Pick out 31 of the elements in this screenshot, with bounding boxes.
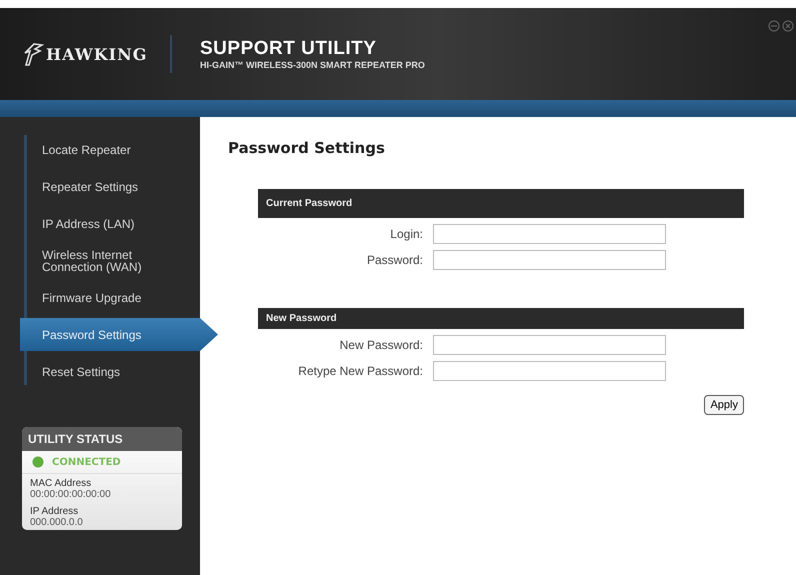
- field-label: Login:: [389, 227, 424, 241]
- status-label: MAC Address: [30, 478, 92, 489]
- nav-item[interactable]: Repeater Settings: [0, 170, 200, 203]
- status-value: 00:00:00:00:00:00: [30, 489, 112, 500]
- status-label: IP Address: [30, 506, 80, 517]
- status-title: UTILITY STATUS: [22, 427, 182, 451]
- nav-item[interactable]: IP Address (LAN): [0, 207, 200, 240]
- input-field[interactable]: [433, 361, 666, 381]
- nav-item[interactable]: Reset Settings: [0, 355, 200, 388]
- field-label: Retype New Password:: [297, 364, 424, 378]
- logo-icon: [22, 41, 44, 67]
- connection-status: CONNECTED: [52, 456, 121, 468]
- section-header: Current Password: [258, 189, 744, 218]
- field-label: New Password:: [338, 338, 424, 352]
- nav-item[interactable]: Password Settings: [20, 318, 218, 351]
- app-subtitle: HI-GAIN™ WIRELESS-300N SMART REPEATER PRO: [200, 60, 425, 70]
- brand-logo: HAWKING: [46, 44, 148, 64]
- input-field[interactable]: [433, 335, 666, 355]
- minimize-icon[interactable]: [768, 20, 780, 32]
- nav-item[interactable]: Wireless Internet Connection (WAN): [0, 244, 200, 277]
- app-title: SUPPORT UTILITY: [200, 38, 378, 60]
- input-field[interactable]: [433, 250, 666, 270]
- field-label: Password:: [366, 253, 424, 267]
- nav-item[interactable]: Firmware Upgrade: [0, 281, 200, 314]
- section-header: New Password: [258, 308, 744, 329]
- input-field[interactable]: [433, 224, 666, 244]
- status-value: 000.000.0.0: [30, 517, 84, 528]
- apply-button[interactable]: Apply: [704, 395, 744, 415]
- close-icon[interactable]: [782, 20, 794, 32]
- page-title: Password Settings: [228, 139, 386, 157]
- nav-item[interactable]: Locate Repeater: [0, 133, 200, 166]
